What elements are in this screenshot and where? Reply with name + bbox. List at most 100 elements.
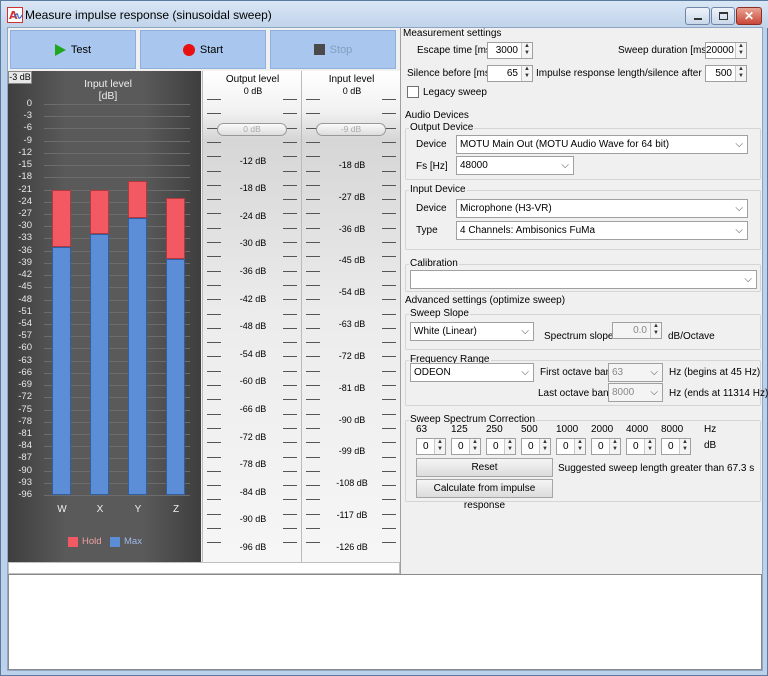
calculate-from-ir-button[interactable]: Calculate from impulse response xyxy=(416,479,553,511)
app-icon: A xyxy=(7,7,23,23)
reset-button[interactable]: Reset xyxy=(416,458,553,477)
meter-tick-label: -18 xyxy=(18,171,32,183)
band-gain-spinner-125[interactable]: 0 ▲ ▼ xyxy=(451,438,481,455)
input-device-select[interactable]: Microphone (H3-VR) ⌵ xyxy=(456,199,748,218)
output-scale-tick-label: -42 dB xyxy=(239,293,267,304)
input-scale-tick xyxy=(382,327,396,329)
band-label-63: 63 xyxy=(416,424,428,435)
output-scale-tick-label: -90 dB xyxy=(239,514,267,525)
output-scale-tick-label: -12 dB xyxy=(239,155,267,166)
output-scale-tick xyxy=(283,542,297,544)
first-band-select[interactable]: 63 ⌵ xyxy=(608,363,663,382)
band-db-unit: dB xyxy=(704,440,717,451)
band-gain-spinner-250[interactable]: 0 ▲ ▼ xyxy=(486,438,516,455)
output-scale-tick xyxy=(283,427,297,429)
input-scale-tick xyxy=(306,184,320,186)
meter-tick-label: -45 xyxy=(18,281,32,293)
output-device-select[interactable]: MOTU Main Out (MOTU Audio Wave for 64 bi… xyxy=(456,135,748,154)
spin-arrows-icon[interactable]: ▲ ▼ xyxy=(609,439,620,454)
spectrum-slope-label: Spectrum slope xyxy=(544,331,614,342)
start-button[interactable]: Start xyxy=(140,30,266,69)
close-button[interactable]: ✕ xyxy=(736,7,762,25)
input-scale-tick xyxy=(306,299,320,301)
hold-bar-x xyxy=(90,189,109,235)
input-level-slider[interactable]: -9 dB xyxy=(316,123,386,136)
input-scale-tick xyxy=(306,485,320,487)
legacy-sweep-checkbox[interactable] xyxy=(407,86,419,98)
spin-arrows-icon[interactable]: ▲ ▼ xyxy=(735,43,746,58)
spin-arrows-icon[interactable]: ▲ ▼ xyxy=(521,43,532,58)
chevron-down-icon: ⌵ xyxy=(521,367,529,378)
input-scale-tick xyxy=(382,170,396,172)
maximize-button[interactable] xyxy=(711,7,735,25)
sweep-duration-spinner[interactable]: 20000 ▲ ▼ xyxy=(705,42,747,59)
channel-label-w: W xyxy=(57,504,67,515)
input-type-value: 4 Channels: Ambisonics FuMa xyxy=(460,225,596,236)
test-button[interactable]: Test xyxy=(10,30,136,69)
input-device-value: Microphone (H3-VR) xyxy=(460,203,552,214)
silence-before-value: 65 xyxy=(506,68,518,79)
spin-arrows-icon[interactable]: ▲ ▼ xyxy=(539,439,550,454)
status-strip xyxy=(8,562,400,574)
output-scale-tick-label: -84 dB xyxy=(239,486,267,497)
spin-arrows-icon[interactable]: ▲ ▼ xyxy=(434,439,445,454)
band-gain-spinner-63[interactable]: 0 ▲ ▼ xyxy=(416,438,446,455)
minimize-button[interactable] xyxy=(685,7,710,25)
input-scale-tick-label: -63 dB xyxy=(338,319,366,330)
input-scale-tick xyxy=(306,513,320,515)
spin-arrows-icon[interactable]: ▲ ▼ xyxy=(504,439,515,454)
stop-button[interactable]: Stop xyxy=(270,30,396,69)
spin-arrows-icon[interactable]: ▲ ▼ xyxy=(650,323,661,338)
spin-arrows-icon[interactable]: ▲ ▼ xyxy=(469,439,480,454)
spectrum-slope-spinner[interactable]: 0.0 ▲ ▼ xyxy=(612,322,662,339)
input-type-select[interactable]: 4 Channels: Ambisonics FuMa ⌵ xyxy=(456,221,748,240)
meter-tick-label: -39 xyxy=(18,256,32,268)
escape-time-spinner[interactable]: 3000 ▲ ▼ xyxy=(487,42,533,59)
last-band-select[interactable]: 8000 ⌵ xyxy=(608,383,663,402)
meter-tick-label: -60 xyxy=(18,342,32,354)
band-gain-spinner-8000[interactable]: 0 ▲ ▼ xyxy=(661,438,691,455)
output-level-slider[interactable]: 0 dB xyxy=(217,123,287,136)
last-band-label: Last octave band xyxy=(538,388,615,399)
band-label-250: 250 xyxy=(486,424,503,435)
output-scale-tick xyxy=(283,256,297,258)
chevron-down-icon: ⌵ xyxy=(735,203,743,214)
spin-arrows-icon[interactable]: ▲ ▼ xyxy=(521,66,532,81)
ir-length-label: Impulse response length/silence after [m… xyxy=(536,68,724,79)
frequency-range-select[interactable]: ODEON ⌵ xyxy=(410,363,534,382)
client-area: Test Start Stop -3 dB Input level [dB] 0… xyxy=(7,27,768,671)
spin-arrows-icon[interactable]: ▲ ▼ xyxy=(574,439,585,454)
output-scale-tick-label: -66 dB xyxy=(239,404,267,414)
max-bar-x xyxy=(90,234,109,496)
meter-tick-label: -54 xyxy=(18,317,32,329)
input-scale-tick xyxy=(382,442,396,444)
test-label: Test xyxy=(70,43,92,56)
spin-arrows-icon[interactable]: ▲ ▼ xyxy=(679,439,690,454)
output-scale-tick xyxy=(283,327,297,329)
silence-before-label: Silence before [ms] xyxy=(407,68,493,79)
spin-arrows-icon[interactable]: ▲ ▼ xyxy=(644,439,655,454)
meter-db-badge: -3 dB xyxy=(8,71,32,84)
ir-length-spinner[interactable]: 500 ▲ ▼ xyxy=(705,65,747,82)
meter-tick-label: -9 xyxy=(23,134,32,146)
meter-gridline xyxy=(44,495,190,497)
band-gain-spinner-500[interactable]: 0 ▲ ▼ xyxy=(521,438,551,455)
fs-select[interactable]: 48000 ⌵ xyxy=(456,156,574,175)
sweep-slope-select[interactable]: White (Linear) ⌵ xyxy=(410,322,534,341)
band-gain-value: 0 xyxy=(598,441,604,452)
output-scale-tick xyxy=(283,156,297,158)
band-gain-spinner-1000[interactable]: 0 ▲ ▼ xyxy=(556,438,586,455)
input-scale-tick xyxy=(306,399,320,401)
input-scale-tick-label: 0 dB xyxy=(342,86,362,96)
minimize-icon xyxy=(693,18,702,20)
input-scale-tick-label: -126 dB xyxy=(336,542,368,552)
log-output-area[interactable] xyxy=(8,574,762,670)
output-scale-tick xyxy=(283,299,297,301)
output-scale-tick xyxy=(207,499,221,501)
band-gain-spinner-4000[interactable]: 0 ▲ ▼ xyxy=(626,438,656,455)
input-scale-tick xyxy=(382,399,396,401)
silence-before-spinner[interactable]: 65 ▲ ▼ xyxy=(487,65,533,82)
spin-arrows-icon[interactable]: ▲ ▼ xyxy=(735,66,746,81)
band-gain-spinner-2000[interactable]: 0 ▲ ▼ xyxy=(591,438,621,455)
calibration-select[interactable]: ⌵ xyxy=(410,270,757,289)
